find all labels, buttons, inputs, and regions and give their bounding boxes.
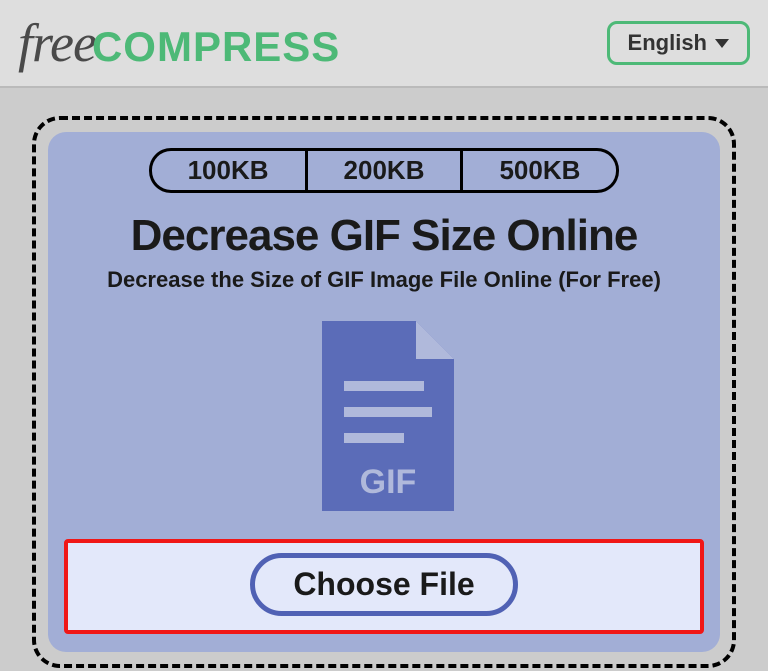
page-title: Decrease GIF Size Online <box>131 211 638 261</box>
dropzone[interactable]: 100KB 200KB 500KB Decrease GIF Size Onli… <box>32 116 736 668</box>
header: free COMPRESS English <box>0 0 768 88</box>
language-label: English <box>628 30 707 56</box>
logo[interactable]: free COMPRESS <box>18 12 340 74</box>
inner-panel: 100KB 200KB 500KB Decrease GIF Size Onli… <box>48 132 720 652</box>
size-tabs: 100KB 200KB 500KB <box>149 148 620 193</box>
size-tab-500kb[interactable]: 500KB <box>463 148 619 193</box>
logo-compress: COMPRESS <box>92 23 340 71</box>
content: 100KB 200KB 500KB Decrease GIF Size Onli… <box>0 88 768 668</box>
choose-file-highlight: Choose File <box>64 539 704 634</box>
choose-file-button[interactable]: Choose File <box>250 553 517 616</box>
file-type-label: GIF <box>360 463 417 501</box>
size-tab-200kb[interactable]: 200KB <box>305 148 464 193</box>
gif-file-icon: GIF <box>314 321 454 511</box>
logo-free: free <box>18 12 96 74</box>
language-selector[interactable]: English <box>607 21 750 65</box>
chevron-down-icon <box>715 39 729 48</box>
page-subtitle: Decrease the Size of GIF Image File Onli… <box>107 267 661 293</box>
size-tab-100kb[interactable]: 100KB <box>149 148 305 193</box>
